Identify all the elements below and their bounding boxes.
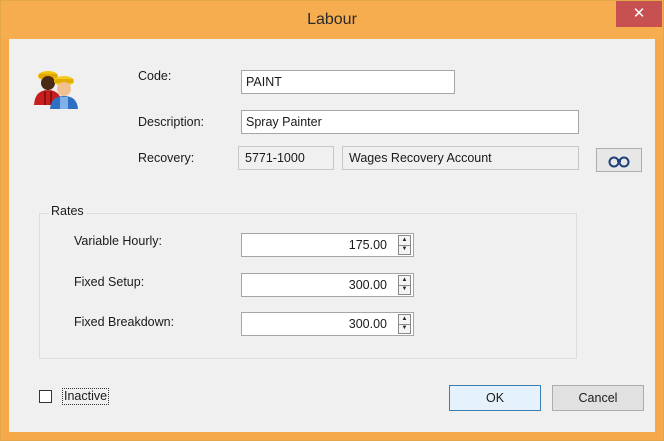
fixed-breakdown-stepper[interactable]: ▲ ▼	[398, 314, 411, 334]
inactive-label[interactable]: Inactive	[62, 388, 110, 405]
close-button[interactable]: ✕	[616, 1, 662, 27]
cancel-button[interactable]: Cancel	[552, 385, 644, 411]
dialog-title: Labour	[307, 11, 357, 28]
recovery-lookup-button[interactable]	[596, 148, 642, 172]
code-field[interactable]: PAINT	[241, 70, 455, 94]
binoculars-icon	[608, 156, 630, 168]
fixed-setup-label: Fixed Setup:	[74, 275, 145, 289]
description-field[interactable]: Spray Painter	[241, 110, 579, 134]
fixed-breakdown-field[interactable]: 300.00	[241, 312, 414, 336]
recovery-code-field: 5771-1000	[238, 146, 334, 170]
variable-hourly-field[interactable]: 175.00	[241, 233, 414, 257]
spin-down-icon[interactable]: ▼	[399, 245, 410, 254]
recovery-label: Recovery:	[138, 151, 195, 165]
close-icon: ✕	[632, 5, 646, 22]
fixed-setup-stepper[interactable]: ▲ ▼	[398, 275, 411, 295]
fixed-setup-field[interactable]: 300.00	[241, 273, 414, 297]
inactive-checkbox[interactable]	[39, 390, 52, 403]
variable-hourly-stepper[interactable]: ▲ ▼	[398, 235, 411, 255]
recovery-name-field: Wages Recovery Account	[342, 146, 579, 170]
spin-down-icon[interactable]: ▼	[399, 285, 410, 294]
code-label: Code:	[138, 69, 172, 83]
labour-dialog: Labour ✕ Code: PAINT Description: Spray …	[0, 0, 664, 441]
fixed-breakdown-label: Fixed Breakdown:	[74, 315, 175, 329]
workers-icon	[34, 71, 78, 109]
ok-button[interactable]: OK	[449, 385, 541, 411]
variable-hourly-label: Variable Hourly:	[74, 234, 163, 248]
spin-down-icon[interactable]: ▼	[399, 324, 410, 333]
dialog-body: Code: PAINT Description: Spray Painter R…	[9, 39, 655, 432]
rates-group-title: Rates	[49, 204, 86, 218]
description-label: Description:	[138, 115, 204, 129]
